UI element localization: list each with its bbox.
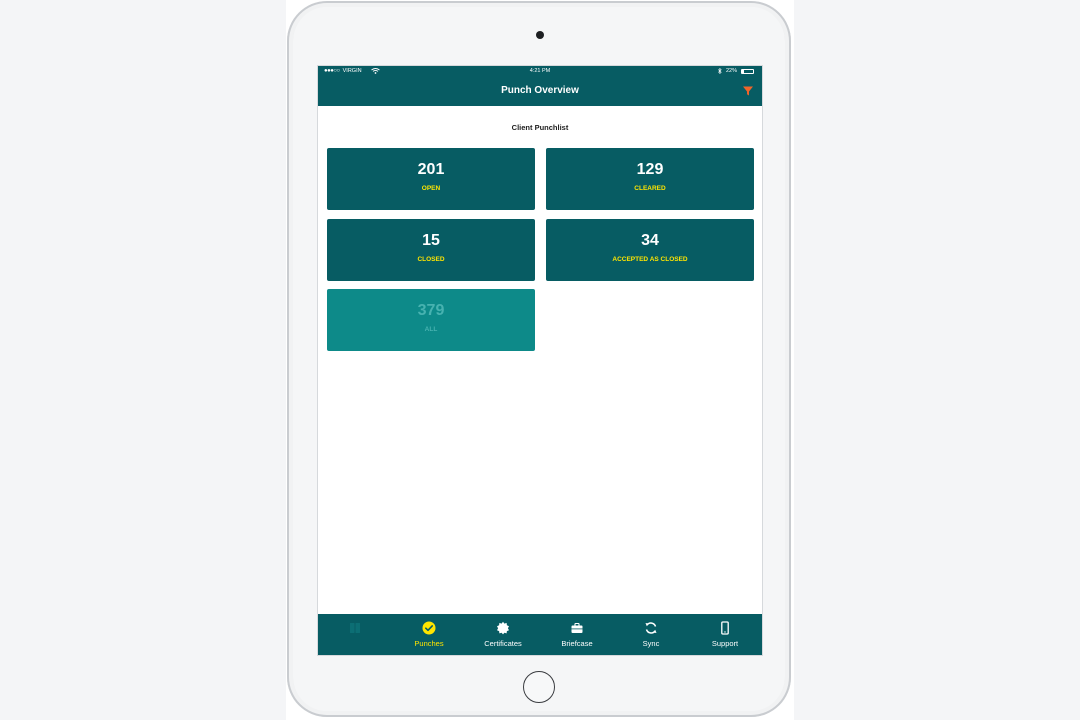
tab-support-label: Support (711, 639, 739, 648)
nav-bar: Punch Overview (318, 77, 762, 106)
tab-sync-label: Sync (642, 639, 660, 648)
phone-icon (721, 621, 729, 635)
tab-bar: Punches Certificates Briefcase Sync Supp… (318, 614, 762, 655)
tab-briefcase-label: Briefcase (561, 639, 593, 648)
tab-library[interactable] (318, 614, 392, 655)
tab-punches[interactable]: Punches (392, 614, 466, 655)
page-title: Punch Overview (501, 85, 579, 96)
card-open[interactable]: 201 OPEN (327, 148, 535, 210)
bluetooth-icon (718, 68, 722, 74)
card-accepted-as-closed[interactable]: 34 ACCEPTED AS CLOSED (546, 219, 754, 281)
status-right: 22% (718, 68, 754, 74)
all-label: ALL (424, 326, 438, 333)
accepted-as-closed-count: 34 (641, 232, 659, 249)
card-cleared[interactable]: 129 CLEARED (546, 148, 754, 210)
tab-sync[interactable]: Sync (614, 614, 688, 655)
card-closed[interactable]: 15 CLOSED (327, 219, 535, 281)
battery-icon (741, 68, 754, 74)
cleared-label: CLEARED (634, 185, 666, 192)
tab-punches-label: Punches (414, 639, 444, 648)
filter-icon[interactable] (742, 85, 754, 97)
all-count: 379 (417, 302, 445, 319)
open-count: 201 (417, 161, 445, 178)
certificate-icon (497, 621, 509, 635)
open-label: OPEN (421, 185, 441, 192)
cleared-count: 129 (636, 161, 664, 178)
closed-label: CLOSED (417, 256, 445, 263)
status-bar: ●●●○○ VIRGIN 4:21 PM 22% (318, 66, 762, 77)
status-time: 4:21 PM (529, 68, 551, 74)
battery-level (742, 69, 745, 73)
tab-certificates[interactable]: Certificates (466, 614, 540, 655)
tab-briefcase[interactable]: Briefcase (540, 614, 614, 655)
battery-percent: 22% (725, 68, 737, 74)
home-button[interactable] (523, 671, 555, 703)
tab-support[interactable]: Support (688, 614, 762, 655)
tab-certificates-label: Certificates (484, 639, 522, 648)
app-screen: ●●●○○ VIRGIN 4:21 PM 22% Punch Overview … (317, 65, 763, 656)
section-title: Client Punchlist (511, 123, 569, 132)
briefcase-icon (571, 622, 583, 633)
accepted-as-closed-label: ACCEPTED AS CLOSED (612, 256, 688, 263)
check-circle-icon (422, 621, 436, 635)
sync-icon (645, 622, 657, 634)
camera-icon (536, 31, 544, 39)
closed-count: 15 (422, 232, 440, 249)
card-all[interactable]: 379 ALL (327, 289, 535, 351)
book-icon (350, 623, 360, 633)
